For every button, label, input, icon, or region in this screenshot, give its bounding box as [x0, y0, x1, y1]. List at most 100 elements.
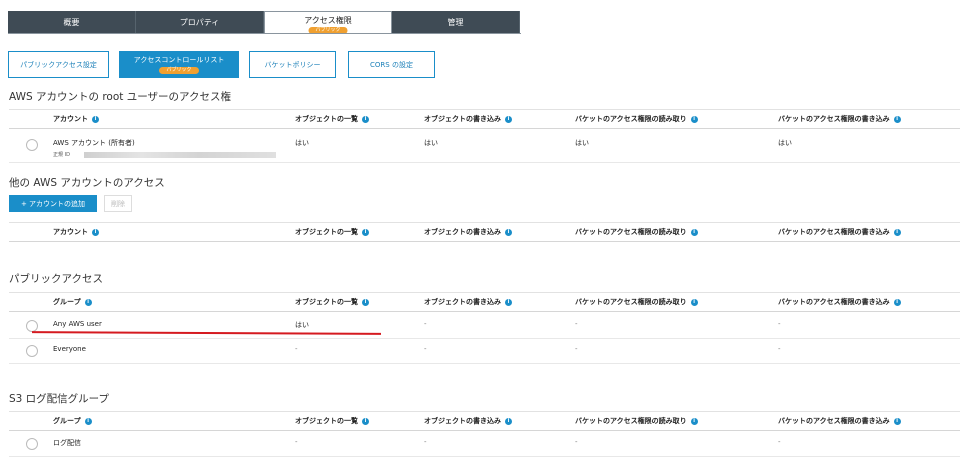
tab-management[interactable]: 管理: [392, 11, 520, 33]
info-icon[interactable]: i: [690, 228, 698, 236]
cell-write-perm: -: [778, 438, 781, 446]
info-icon[interactable]: i: [690, 115, 698, 123]
col-read-perm-label: バケットのアクセス権限の読み取り: [575, 115, 687, 123]
cell-read-perm: はい: [575, 139, 589, 147]
tab-permissions-label: アクセス権限: [304, 16, 352, 25]
col-account-label: アカウント: [53, 115, 88, 123]
add-account-button[interactable]: + アカウントの追加: [9, 195, 97, 212]
cell-list: はい: [295, 321, 309, 329]
cors-button[interactable]: CORS の設定: [348, 51, 435, 78]
col-group-label: グループ: [53, 417, 81, 425]
public-access-settings-label: パブリックアクセス設定: [20, 60, 97, 69]
col-read-bucket-perms: バケットのアクセス権限の読み取り i: [575, 416, 698, 426]
col-list-label: オブジェクトの一覧: [295, 228, 358, 236]
info-icon[interactable]: i: [690, 417, 698, 425]
col-write-label: オブジェクトの書き込み: [424, 298, 501, 306]
col-write-bucket-perms: バケットのアクセス権限の書き込み i: [778, 227, 901, 237]
bucket-policy-button[interactable]: バケットポリシー: [249, 51, 336, 78]
tab-properties[interactable]: プロパティ: [136, 11, 264, 33]
info-icon[interactable]: i: [92, 115, 99, 123]
col-write-perm-label: バケットのアクセス権限の書き込み: [778, 298, 890, 306]
group-name: Everyone: [53, 345, 86, 353]
cell-list: -: [295, 438, 298, 446]
info-icon[interactable]: i: [362, 115, 369, 123]
cell-list: はい: [295, 139, 309, 147]
info-icon[interactable]: i: [893, 228, 901, 236]
cell-read-perm: -: [575, 320, 578, 328]
col-write-objects: オブジェクトの書き込み i: [424, 416, 512, 426]
info-icon[interactable]: i: [505, 298, 512, 306]
col-write-label: オブジェクトの書き込み: [424, 228, 501, 236]
radio-button[interactable]: [26, 438, 38, 450]
acl-button[interactable]: アクセスコントロールリスト パブリック: [119, 51, 239, 78]
cell-write-perm: -: [778, 320, 781, 328]
tabs-divider: [8, 33, 521, 34]
cell-write: はい: [424, 139, 438, 147]
col-account: アカウント i: [53, 114, 99, 124]
other-table-header: アカウント i オブジェクトの一覧 i オブジェクトの書き込み i バケットのアクセス…: [9, 222, 960, 242]
cors-label: CORS の設定: [370, 60, 413, 69]
cell-write: -: [424, 438, 427, 446]
info-icon[interactable]: i: [893, 298, 901, 306]
col-read-perm-label: バケットのアクセス権限の読み取り: [575, 298, 687, 306]
group-name: ログ配信: [53, 439, 81, 447]
col-read-perm-label: バケットのアクセス権限の読み取り: [575, 417, 687, 425]
acl-public-badge: パブリック: [159, 67, 199, 74]
cell-write-perm: -: [778, 345, 781, 353]
col-write-label: オブジェクトの書き込み: [424, 417, 501, 425]
root-section-title: AWS アカウントの root ユーザーのアクセス権: [9, 91, 231, 103]
group-name: Any AWS user: [53, 320, 102, 328]
info-icon[interactable]: i: [84, 417, 92, 425]
col-list-objects: オブジェクトの一覧 i: [295, 297, 369, 307]
cell-write-perm: はい: [778, 139, 792, 147]
col-write-perm-label: バケットのアクセス権限の書き込み: [778, 417, 890, 425]
col-list-label: オブジェクトの一覧: [295, 298, 358, 306]
info-icon[interactable]: i: [893, 417, 901, 425]
public-section-title: パブリックアクセス: [9, 273, 103, 285]
bucket-policy-label: バケットポリシー: [264, 60, 321, 69]
radio-button[interactable]: [26, 345, 38, 357]
col-write-perm-label: バケットのアクセス権限の書き込み: [778, 228, 890, 236]
info-icon[interactable]: i: [362, 228, 369, 236]
col-list-label: オブジェクトの一覧: [295, 417, 358, 425]
radio-button[interactable]: [26, 139, 38, 151]
info-icon[interactable]: i: [505, 417, 512, 425]
cell-list: -: [295, 345, 298, 353]
account-name: AWS アカウント (所有者): [53, 139, 135, 147]
public-access-settings-button[interactable]: パブリックアクセス設定: [8, 51, 109, 78]
info-icon[interactable]: i: [92, 228, 99, 236]
col-list-label: オブジェクトの一覧: [295, 115, 358, 123]
col-list-objects: オブジェクトの一覧 i: [295, 416, 369, 426]
info-icon[interactable]: i: [84, 298, 92, 306]
col-group: グループ i: [53, 416, 92, 426]
delete-button[interactable]: 削除: [104, 195, 132, 212]
tab-overview[interactable]: 概要: [8, 11, 136, 33]
info-icon[interactable]: i: [362, 298, 369, 306]
col-write-objects: オブジェクトの書き込み i: [424, 227, 512, 237]
public-table-header: グループ i オブジェクトの一覧 i オブジェクトの書き込み i バケットのアクセス権…: [9, 292, 960, 312]
info-icon[interactable]: i: [505, 115, 512, 123]
tab-overview-label: 概要: [63, 17, 80, 27]
acl-label: アクセスコントロールリスト: [133, 56, 225, 64]
col-list-objects: オブジェクトの一覧 i: [295, 114, 369, 124]
col-write-label: オブジェクトの書き込み: [424, 115, 501, 123]
col-write-bucket-perms: バケットのアクセス権限の書き込み i: [778, 114, 901, 124]
col-write-perm-label: バケットのアクセス権限の書き込み: [778, 115, 890, 123]
col-write-bucket-perms: バケットのアクセス権限の書き込み i: [778, 297, 901, 307]
info-icon[interactable]: i: [690, 298, 698, 306]
col-account: アカウント i: [53, 227, 99, 237]
info-icon[interactable]: i: [362, 417, 369, 425]
col-write-objects: オブジェクトの書き込み i: [424, 297, 512, 307]
tab-permissions[interactable]: アクセス権限 パブリック: [264, 11, 392, 34]
col-group: グループ i: [53, 297, 92, 307]
col-read-bucket-perms: バケットのアクセス権限の読み取り i: [575, 297, 698, 307]
col-read-bucket-perms: バケットのアクセス権限の読み取り i: [575, 114, 698, 124]
cell-write: -: [424, 345, 427, 353]
top-tabs: 概要 プロパティ アクセス権限 パブリック 管理: [8, 11, 520, 34]
col-write-objects: オブジェクトの書き込み i: [424, 114, 512, 124]
col-group-label: グループ: [53, 298, 81, 306]
info-icon[interactable]: i: [505, 228, 512, 236]
canonical-id-label: 正規 ID: [53, 152, 70, 158]
tab-management-label: 管理: [447, 17, 464, 27]
info-icon[interactable]: i: [893, 115, 901, 123]
